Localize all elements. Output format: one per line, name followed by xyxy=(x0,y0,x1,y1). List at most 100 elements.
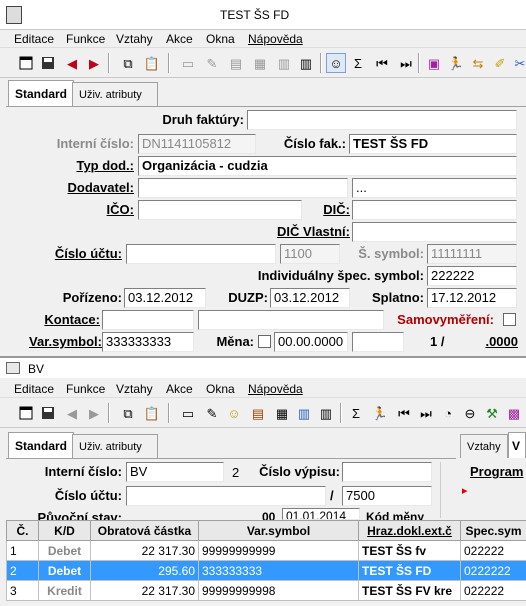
save-icon[interactable] xyxy=(38,53,58,73)
menu-funkce[interactable]: Funkce xyxy=(66,32,105,46)
columns-icon[interactable]: ▥ xyxy=(296,53,316,73)
paste-icon[interactable]: 📋 xyxy=(142,53,162,73)
clock-icon[interactable]: ◔ xyxy=(438,403,458,423)
first-record-icon[interactable]: ⏮ xyxy=(372,53,392,73)
table-row[interactable]: 1 Debet 22 317.30 99999999999 TEST ŠS fv… xyxy=(6,540,526,561)
menu-editace[interactable]: Editace xyxy=(14,32,54,46)
list-icon[interactable]: ▤ xyxy=(248,403,268,423)
dodavatel-code-field[interactable]: ... xyxy=(352,178,517,198)
tab-uziv-atributy[interactable]: Uživ. atributy xyxy=(72,434,158,458)
arrow-right-icon[interactable]: ▶ xyxy=(84,403,104,423)
tab-vztahy[interactable]: Vztahy xyxy=(460,434,508,458)
menu-akce[interactable]: Akce xyxy=(166,32,193,46)
new-record-icon[interactable]: ▭ xyxy=(178,403,198,423)
druh-faktury-field[interactable] xyxy=(247,110,517,130)
menu-napoveda[interactable]: Nápověda xyxy=(248,382,303,396)
col-header-var-symbol[interactable]: Var.symbol xyxy=(198,520,359,541)
dic-field[interactable] xyxy=(352,200,517,220)
s-symbol-field[interactable]: 11111111 xyxy=(427,244,517,264)
interni-cislo-field[interactable]: DN1141105812 xyxy=(138,134,256,154)
mena-checkbox[interactable] xyxy=(258,335,271,348)
runner-icon[interactable]: 🏃 xyxy=(446,53,466,73)
arrow-left-icon[interactable]: ◀ xyxy=(62,53,82,73)
list-icon[interactable]: ▤ xyxy=(226,53,246,73)
menu-vztahy[interactable]: Vztahy xyxy=(116,32,153,46)
kontace-field[interactable] xyxy=(102,310,194,330)
tab-standard[interactable]: Standard xyxy=(8,432,75,458)
label-duzp: DUZP: xyxy=(228,290,268,305)
col-header-c[interactable]: Č. xyxy=(6,520,39,541)
tab-v[interactable]: V xyxy=(508,432,526,458)
minus-icon[interactable]: ⊖ xyxy=(460,403,480,423)
form-scrollbar[interactable] xyxy=(440,462,456,518)
import-icon[interactable]: ▥ xyxy=(274,53,294,73)
menu-akce[interactable]: Akce xyxy=(166,382,193,396)
col-header-spec-sym[interactable]: Spec.sym xyxy=(460,520,526,541)
tab-standard[interactable]: Standard xyxy=(8,80,75,106)
smiley-icon[interactable]: ☺ xyxy=(224,403,244,423)
last-record-icon[interactable]: ⏭ xyxy=(416,403,436,423)
bank-code-field[interactable]: 7500 xyxy=(342,486,432,506)
columns-icon[interactable]: ▥ xyxy=(316,403,336,423)
puvodni-stav-date[interactable]: 01.01.2014 xyxy=(282,508,360,520)
cislo-uctu-field[interactable] xyxy=(126,486,326,506)
arrow-left-icon[interactable]: ◀ xyxy=(62,403,82,423)
cislo-uctu-field[interactable] xyxy=(126,244,276,264)
note-icon[interactable]: ✐ xyxy=(490,53,510,73)
arrow-right-icon[interactable]: ▶ xyxy=(84,53,104,73)
sigma-icon[interactable]: Σ xyxy=(348,53,368,73)
runner-icon[interactable]: 🏃 xyxy=(370,403,390,423)
smiley-icon[interactable]: ☺ xyxy=(326,53,346,73)
kontace-second-field[interactable] xyxy=(198,310,384,330)
porizeno-field[interactable]: 03.12.2012 xyxy=(124,288,206,308)
menu-vztahy[interactable]: Vztahy xyxy=(116,382,153,396)
eraser-icon[interactable]: ✎ xyxy=(202,403,222,423)
bank-code-field[interactable]: 1100 xyxy=(280,244,340,264)
dodavatel-field[interactable] xyxy=(138,178,348,198)
window-icon[interactable] xyxy=(16,53,36,73)
tab-uziv-atributy[interactable]: Uživ. atributy xyxy=(72,82,158,106)
arrows-icon[interactable]: ⇆ xyxy=(468,53,488,73)
table-row-selected[interactable]: 2 Debet 295.60 333333333 TEST ŠS FD 0222… xyxy=(6,560,526,581)
menu-okna[interactable]: Okna xyxy=(206,382,235,396)
tools-icon[interactable]: ✂ xyxy=(510,53,526,73)
grid-icon[interactable]: ▩ xyxy=(504,403,524,423)
individualny-spec-symbol-field[interactable]: 222222 xyxy=(427,266,517,286)
col-header-kd[interactable]: K/D xyxy=(38,520,91,541)
menu-okna[interactable]: Okna xyxy=(206,32,235,46)
cislo-vypisu-field[interactable] xyxy=(342,462,432,482)
sigma-icon[interactable]: Σ xyxy=(346,403,366,423)
ico-field[interactable] xyxy=(138,200,302,220)
table-row[interactable]: 3 Kredit 22 317.30 99999999998 TEST ŠS F… xyxy=(6,580,526,601)
splatno-field[interactable]: 17.12.2012 xyxy=(427,288,517,308)
duzp-field[interactable]: 03.12.2012 xyxy=(270,288,350,308)
tools-icon[interactable]: ⚒ xyxy=(482,403,502,423)
eraser-icon[interactable]: ✎ xyxy=(202,53,222,73)
samovymereni-checkbox[interactable] xyxy=(503,313,516,326)
dic-vlastni-field[interactable] xyxy=(352,222,517,242)
menu-napoveda[interactable]: Nápověda xyxy=(248,32,303,46)
first-record-icon[interactable]: ⏮ xyxy=(394,403,414,423)
copy-icon[interactable]: ⧉ xyxy=(118,403,138,423)
paste-icon[interactable]: 📋 xyxy=(142,403,162,423)
new-record-icon[interactable]: ▭ xyxy=(178,53,198,73)
typ-dod-field[interactable]: Organizácia - cudzia xyxy=(138,156,517,176)
menu-funkce[interactable]: Funkce xyxy=(66,382,105,396)
var-symbol-field[interactable]: 333333333 xyxy=(102,332,194,352)
cislo-fak-field[interactable]: TEST ŠS FD xyxy=(349,134,517,154)
program-link[interactable]: Program xyxy=(470,464,526,479)
save-icon[interactable] xyxy=(38,403,58,423)
mena-extra-field[interactable] xyxy=(352,332,404,352)
import-icon[interactable]: ▥ xyxy=(294,403,314,423)
print-icon[interactable]: ▣ xyxy=(424,53,444,73)
col-header-hraz-dokl[interactable]: Hraz.dokl.ext.č xyxy=(358,520,461,541)
mena-date-field[interactable]: 00.00.0000 xyxy=(274,332,348,352)
document-icon[interactable]: ▦ xyxy=(250,53,270,73)
copy-icon[interactable]: ⧉ xyxy=(118,53,138,73)
document-icon[interactable]: ▦ xyxy=(272,403,292,423)
last-record-icon[interactable]: ⏭ xyxy=(396,53,416,73)
col-header-castka[interactable]: Obratová částka xyxy=(90,520,199,541)
window-icon[interactable] xyxy=(16,403,36,423)
menu-editace[interactable]: Editace xyxy=(14,382,54,396)
interni-cislo-field[interactable]: BV xyxy=(126,462,224,482)
